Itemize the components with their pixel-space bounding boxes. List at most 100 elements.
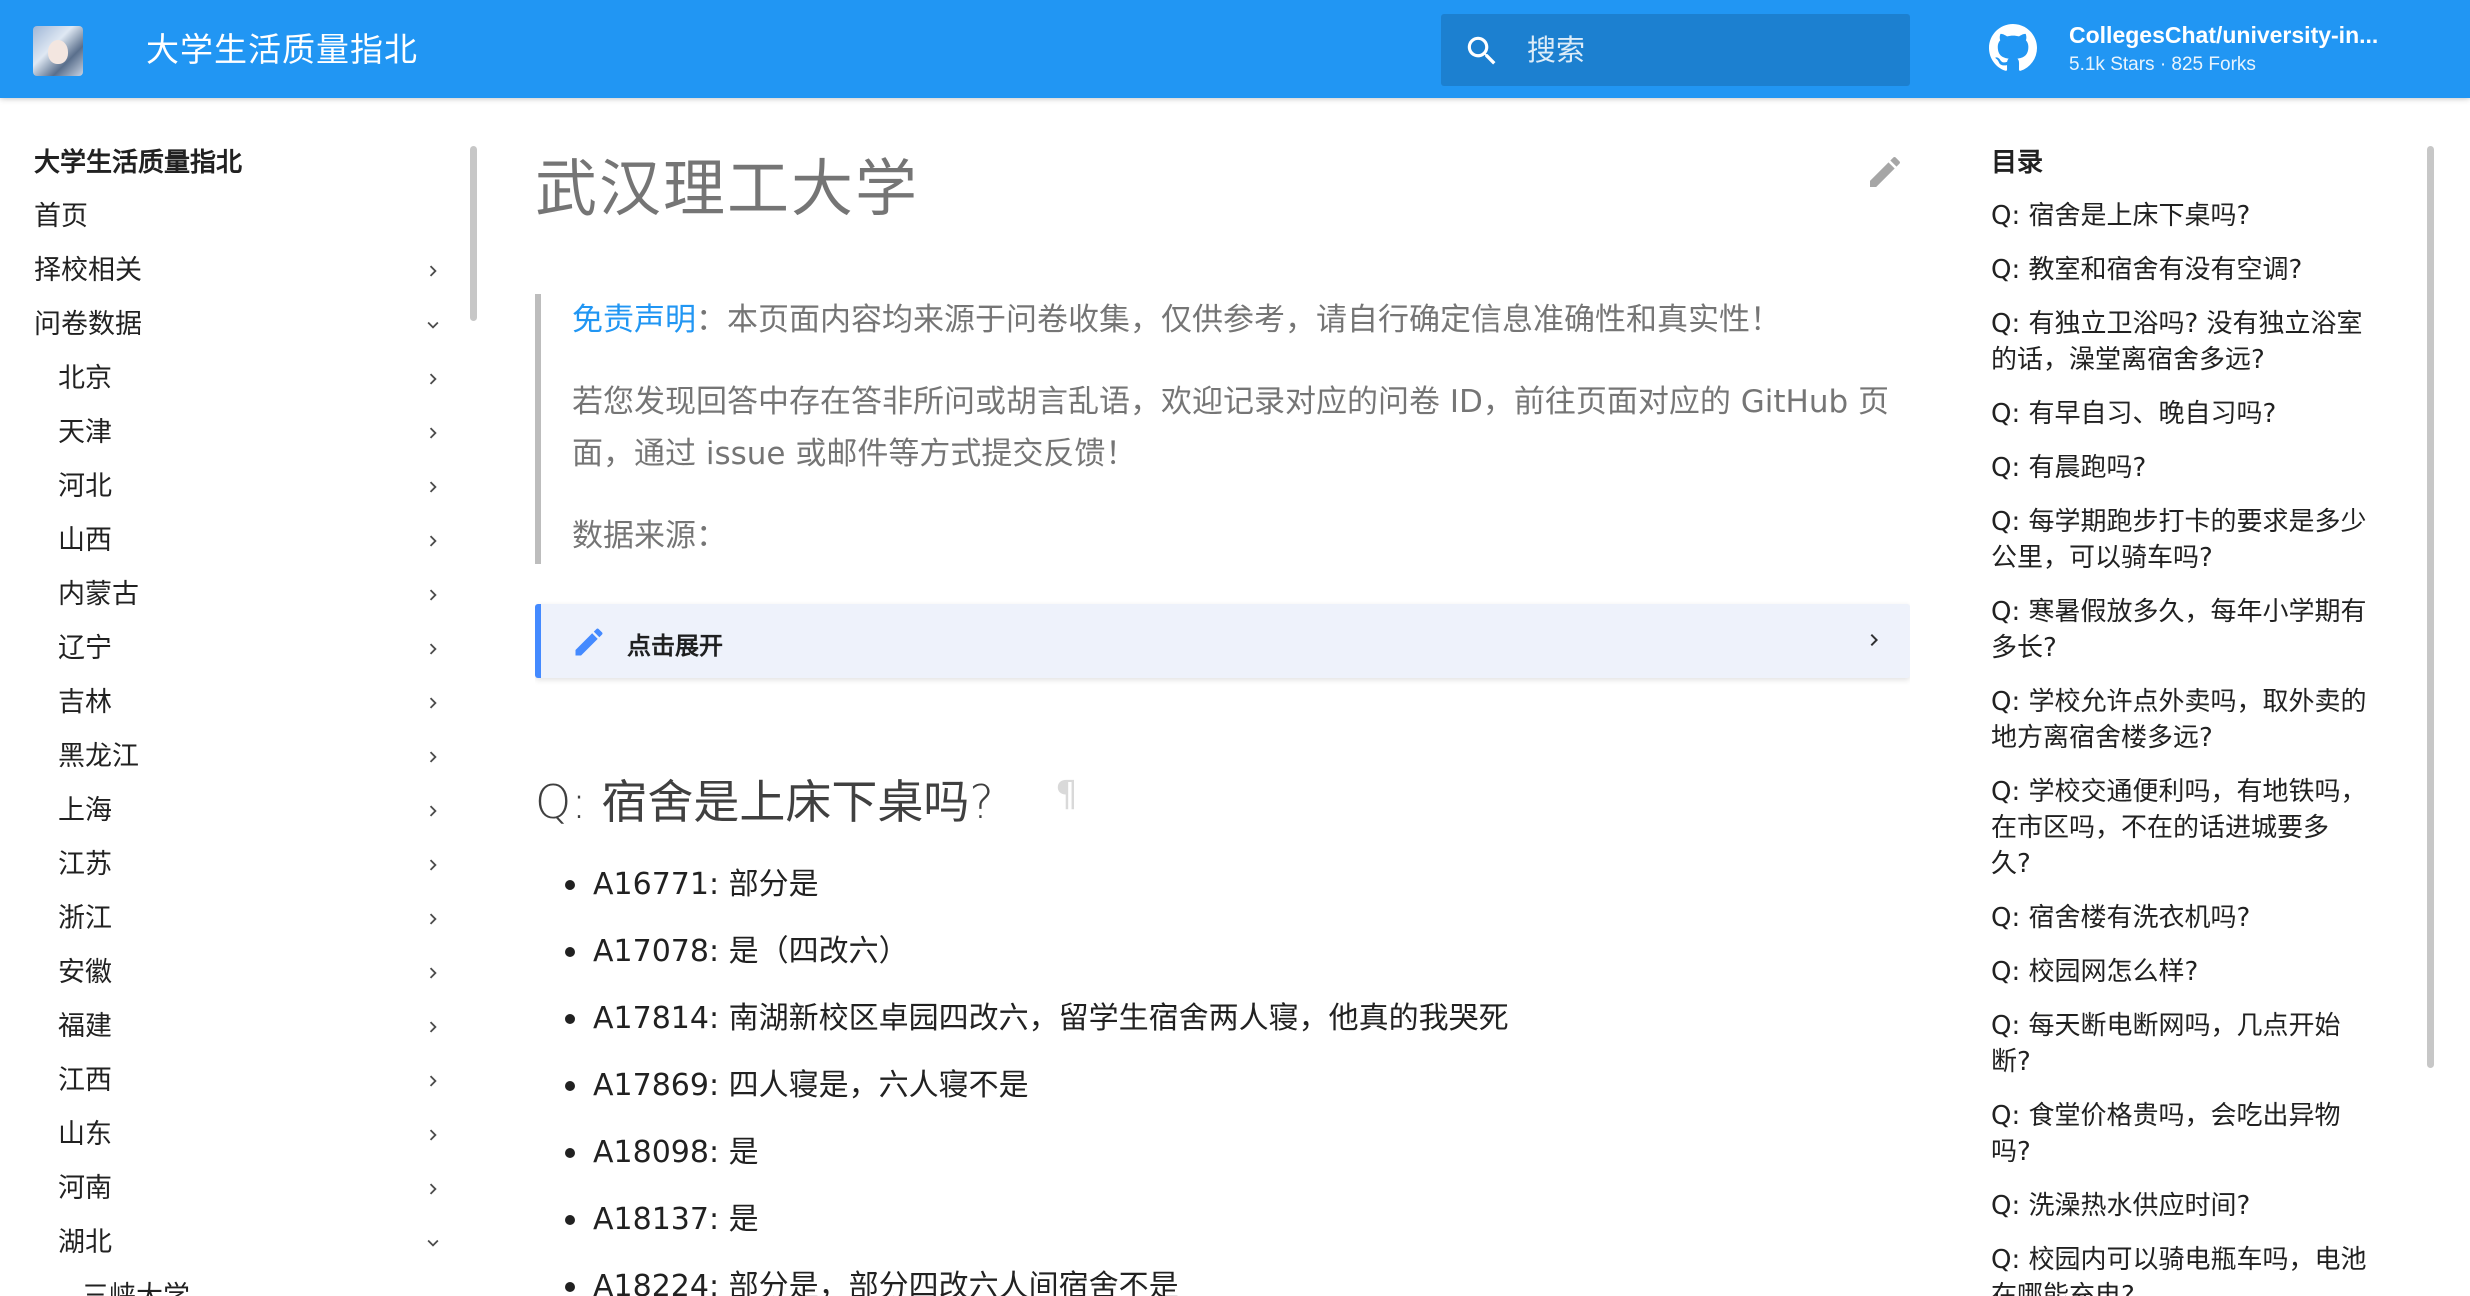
nav-item-label: 北京 [58, 363, 112, 394]
nav-item-shanghai[interactable]: 上海 [58, 786, 444, 836]
chevron-right-icon [429, 805, 437, 817]
table-of-contents: 目录 Q: 宿舍是上床下桌吗? Q: 教室和宿舍有没有空调? Q: 有独立卫浴吗… [1980, 98, 2470, 1296]
toc-link-text: 多长? [1991, 633, 2057, 663]
pencil-icon [575, 628, 603, 656]
toc-link[interactable]: Q: 校园网怎么样? [1991, 954, 2401, 990]
nav-item-label: 湖北 [58, 1227, 112, 1258]
toc-link-text: Q: 每天断电断网吗，几点开始 [1991, 1011, 2341, 1041]
chevron-right-icon [429, 1021, 437, 1033]
chevron-right-icon [429, 697, 437, 709]
toc-link[interactable]: Q: 食堂价格贵吗，会吃出异物 吗? [1991, 1098, 2401, 1170]
nav-item-label: 天津 [58, 417, 112, 448]
search-input[interactable] [1527, 14, 1897, 86]
nav-item-beijing[interactable]: 北京 [58, 354, 444, 404]
feedback-line-1: 若您发现回答中存在答非所问或胡言乱语，欢迎记录对应的问卷 ID，前往页面对应的 … [572, 384, 1889, 420]
toc-link-text: Q: 校园网怎么样? [1991, 957, 2199, 987]
nav-item-china-three-gorges-university[interactable]: 三峡大学 [82, 1272, 444, 1296]
toc-link[interactable]: Q: 洗澡热水供应时间? [1991, 1188, 2401, 1224]
nav-item-shandong[interactable]: 山东 [58, 1110, 444, 1160]
search-icon [1467, 36, 1496, 65]
site-logo[interactable] [33, 26, 83, 76]
nav-item-liaoning[interactable]: 辽宁 [58, 624, 444, 674]
nav-item-label: 上海 [58, 795, 112, 826]
toc-link[interactable]: Q: 有早自习、晚自习吗? [1991, 396, 2401, 432]
toc-link-text: 在市区吗，不在的话进城要多 [1991, 813, 2330, 843]
toc-link-text: 地方离宿舍楼多远? [1991, 723, 2213, 753]
data-source-expander[interactable]: 点击展开 [535, 604, 1910, 678]
toc-link[interactable]: Q: 学校允许点外卖吗，取外卖的 地方离宿舍楼多远? [1991, 684, 2401, 756]
toc-link-text: Q: 学校交通便利吗，有地铁吗， [1991, 777, 2367, 807]
primary-navigation: 大学生活质量指北 首页 择校相关 问卷数据 北京 天津 河北 山西 内蒙古 辽宁… [0, 98, 480, 1296]
chevron-right-icon [1870, 634, 1878, 646]
logo-avatar-figure [48, 40, 68, 64]
nav-item-label: 山东 [58, 1119, 112, 1150]
nav-item-heilongjiang[interactable]: 黑龙江 [58, 732, 444, 782]
nav-item-hubei[interactable]: 湖北 [58, 1218, 444, 1268]
nav-item-home[interactable]: 首页 [34, 192, 444, 242]
nav-item-survey-data[interactable]: 问卷数据 [34, 300, 444, 350]
toc-link-text: Q: 有晨跑吗? [1991, 453, 2147, 483]
toc-link[interactable]: Q: 教室和宿舍有没有空调? [1991, 252, 2401, 288]
toc-link-text: 的话，澡堂离宿舍多远? [1991, 345, 2265, 375]
disclaimer-blockquote: 免责声明：本页面内容均来源于问卷收集，仅供参考，请自行确定信息准确性和真实性！ … [535, 294, 1910, 564]
chevron-right-icon [429, 535, 437, 547]
chevron-right-icon [429, 1075, 437, 1087]
edit-page-pencil-icon[interactable] [1865, 152, 1905, 192]
site-title[interactable]: 大学生活质量指北 [146, 28, 418, 72]
nav-item-hebei[interactable]: 河北 [58, 462, 444, 512]
list-bullet [565, 1081, 575, 1091]
nav-scrollbar[interactable] [470, 146, 477, 321]
toc-link[interactable]: Q: 每天断电断网吗，几点开始 断? [1991, 1008, 2401, 1080]
nav-item-label: 黑龙江 [58, 741, 139, 772]
toc-link[interactable]: Q: 宿舍楼有洗衣机吗? [1991, 900, 2401, 936]
search-box[interactable] [1441, 14, 1910, 86]
nav-item-jilin[interactable]: 吉林 [58, 678, 444, 728]
toc-link[interactable]: Q: 有晨跑吗? [1991, 450, 2401, 486]
toc-link-text: Q: 寒暑假放多久，每年小学期有 [1991, 597, 2367, 627]
toc-link-text: Q: 有独立卫浴吗? 没有独立浴室 [1991, 309, 2363, 339]
toc-link[interactable]: Q: 学校交通便利吗，有地铁吗， 在市区吗，不在的话进城要多 久? [1991, 774, 2401, 882]
nav-item-jiangsu[interactable]: 江苏 [58, 840, 444, 890]
list-bullet [565, 1014, 575, 1024]
nav-item-shanxi[interactable]: 山西 [58, 516, 444, 566]
nav-item-inner-mongolia[interactable]: 内蒙古 [58, 570, 444, 620]
chevron-down-icon [427, 321, 439, 329]
answer-list-item: A18224: 部分是，部分四改六人间宿舍不是 [593, 1269, 1179, 1296]
github-repo-link[interactable]: CollegesChat/university-in... 5.1k Stars… [1985, 18, 2455, 82]
nav-item-henan[interactable]: 河南 [58, 1164, 444, 1214]
nav-item-tianjin[interactable]: 天津 [58, 408, 444, 458]
chevron-right-icon [429, 265, 437, 277]
toc-link[interactable]: Q: 宿舍是上床下桌吗? [1991, 198, 2401, 234]
disclaimer-text: ：本页面内容均来源于问卷收集，仅供参考，请自行确定信息准确性和真实性！ [696, 302, 1781, 338]
nav-item-fujian[interactable]: 福建 [58, 1002, 444, 1052]
expander-label: 点击展开 [627, 632, 723, 660]
main-content: 武汉理工大学 免责声明：本页面内容均来源于问卷收集，仅供参考，请自行确定信息准确… [535, 98, 1910, 1296]
chevron-right-icon [429, 373, 437, 385]
nav-item-anhui[interactable]: 安徽 [58, 948, 444, 998]
nav-title: 大学生活质量指北 [34, 148, 243, 178]
answer-list-item: A17814: 南湖新校区卓园四改六，留学生宿舍两人寝，他真的我哭死 [593, 1001, 1509, 1036]
nav-item-jiangxi[interactable]: 江西 [58, 1056, 444, 1106]
toc-link-text: Q: 宿舍是上床下桌吗? [1991, 201, 2251, 231]
toc-link[interactable]: Q: 有独立卫浴吗? 没有独立浴室 的话，澡堂离宿舍多远? [1991, 306, 2401, 378]
chevron-right-icon [429, 751, 437, 763]
toc-link[interactable]: Q: 每学期跑步打卡的要求是多少 公里，可以骑车吗? [1991, 504, 2401, 576]
question-heading: Q: 宿舍是上床下桌吗? [535, 775, 994, 829]
nav-item-label: 河南 [58, 1173, 112, 1204]
answer-list-item: A16771: 部分是 [593, 867, 819, 902]
toc-link[interactable]: Q: 校园内可以骑电瓶车吗，电池 在哪能充电? [1991, 1242, 2401, 1296]
nav-item-label: 河北 [58, 471, 112, 502]
permalink-anchor[interactable]: ¶ [1055, 774, 1078, 815]
answer-list-item: A17078: 是（四改六） [593, 934, 909, 969]
toc-link-text: Q: 教室和宿舍有没有空调? [1991, 255, 2303, 285]
toc-scrollbar[interactable] [2427, 146, 2434, 1068]
disclaimer-label: 免责声明 [572, 302, 696, 338]
toc-link-text: 吗? [1991, 1137, 2031, 1167]
nav-item-school-selection[interactable]: 择校相关 [34, 246, 444, 296]
nav-item-zhejiang[interactable]: 浙江 [58, 894, 444, 944]
nav-item-label: 辽宁 [58, 633, 112, 664]
toc-link[interactable]: Q: 寒暑假放多久，每年小学期有 多长? [1991, 594, 2401, 666]
chevron-right-icon [429, 1129, 437, 1141]
feedback-line-2: 面，通过 issue 或邮件等方式提交反馈！ [572, 436, 1137, 472]
chevron-right-icon [429, 967, 437, 979]
